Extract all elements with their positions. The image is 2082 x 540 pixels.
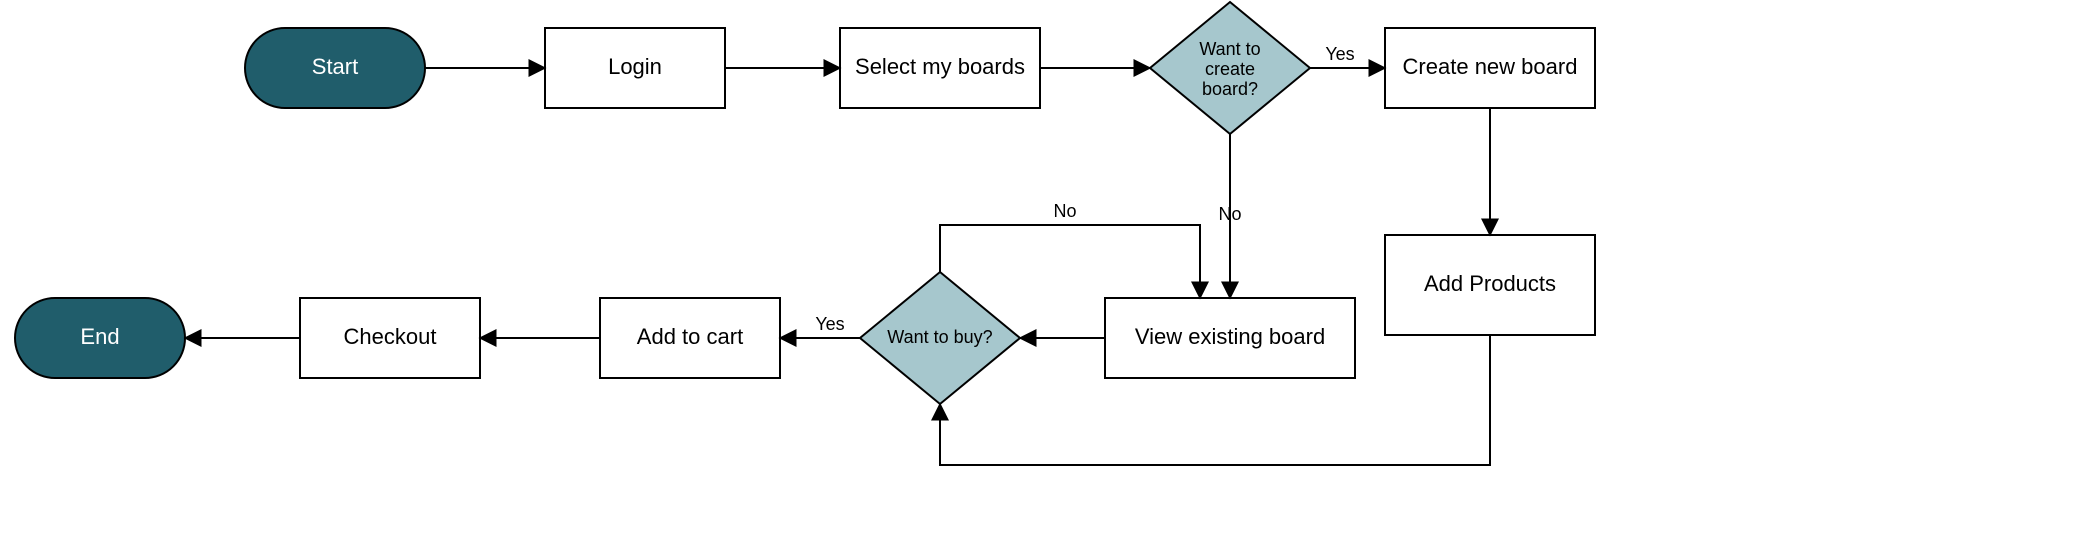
node-end: End	[15, 298, 185, 378]
node-decision-create-label-3: board?	[1202, 79, 1258, 99]
node-decision-create-label-2: create	[1205, 59, 1255, 79]
edge-decision-buy-yes-label: Yes	[815, 314, 844, 334]
node-create-board: Create new board	[1385, 28, 1595, 108]
node-decision-buy: Want to buy?	[860, 272, 1020, 404]
edge-decision-create-no-label: No	[1218, 204, 1241, 224]
node-end-label: End	[80, 324, 119, 349]
node-decision-buy-label: Want to buy?	[887, 327, 992, 347]
node-decision-create-label-1: Want to	[1199, 39, 1260, 59]
node-create-board-label: Create new board	[1403, 54, 1578, 79]
node-select-boards-label: Select my boards	[855, 54, 1025, 79]
node-start-label: Start	[312, 54, 358, 79]
node-decision-create: Want to create board?	[1150, 2, 1310, 134]
node-add-to-cart-label: Add to cart	[637, 324, 743, 349]
flowchart-canvas: Start Login Select my boards Want to cre…	[0, 0, 2082, 540]
node-login-label: Login	[608, 54, 662, 79]
edge-decision-create-yes-label: Yes	[1325, 44, 1354, 64]
node-view-board: View existing board	[1105, 298, 1355, 378]
edge-decision-buy-no-label: No	[1053, 201, 1076, 221]
node-select-boards: Select my boards	[840, 28, 1040, 108]
node-add-products-label: Add Products	[1424, 271, 1556, 296]
node-checkout-label: Checkout	[344, 324, 437, 349]
edge-decision-buy-no	[940, 225, 1200, 298]
node-add-to-cart: Add to cart	[600, 298, 780, 378]
node-checkout: Checkout	[300, 298, 480, 378]
node-view-board-label: View existing board	[1135, 324, 1325, 349]
node-start: Start	[245, 28, 425, 108]
node-add-products: Add Products	[1385, 235, 1595, 335]
node-login: Login	[545, 28, 725, 108]
